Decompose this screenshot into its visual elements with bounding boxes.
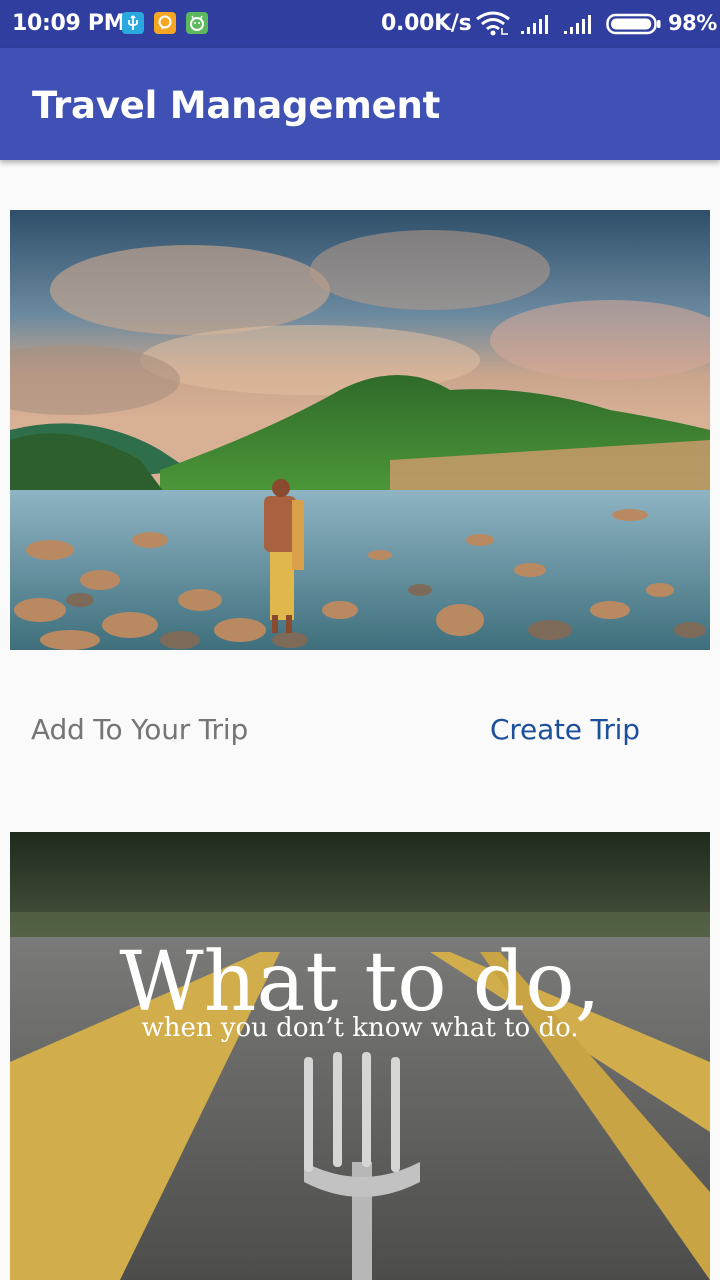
- network-speed: 0.00K/s: [381, 11, 472, 36]
- wifi-icon: [475, 11, 511, 41]
- usb-icon: [122, 12, 144, 34]
- cell-signal-icon: [519, 12, 551, 40]
- battery-icon: [606, 13, 662, 39]
- battery-percent: 98%: [668, 11, 717, 35]
- battery-fill: [611, 18, 652, 30]
- app-title: Travel Management: [32, 84, 441, 127]
- road-fork-poster: What to do, when you don’t know what to …: [10, 832, 710, 1280]
- create-trip-button[interactable]: Create Trip: [490, 713, 640, 746]
- add-to-trip-label: Add To Your Trip: [31, 713, 249, 746]
- app-bar: Travel Management: [0, 48, 720, 160]
- cell-signal-icon: [562, 12, 594, 40]
- status-bar: 10:09 PM 0.00K/s 98%: [0, 0, 720, 48]
- poster-subline: when you don’t know what to do.: [141, 1013, 578, 1043]
- chat-notification-icon: [154, 12, 176, 34]
- android-notification-icon: [186, 12, 208, 34]
- status-time: 10:09 PM: [12, 11, 126, 36]
- landscape-river-photo: [10, 210, 710, 650]
